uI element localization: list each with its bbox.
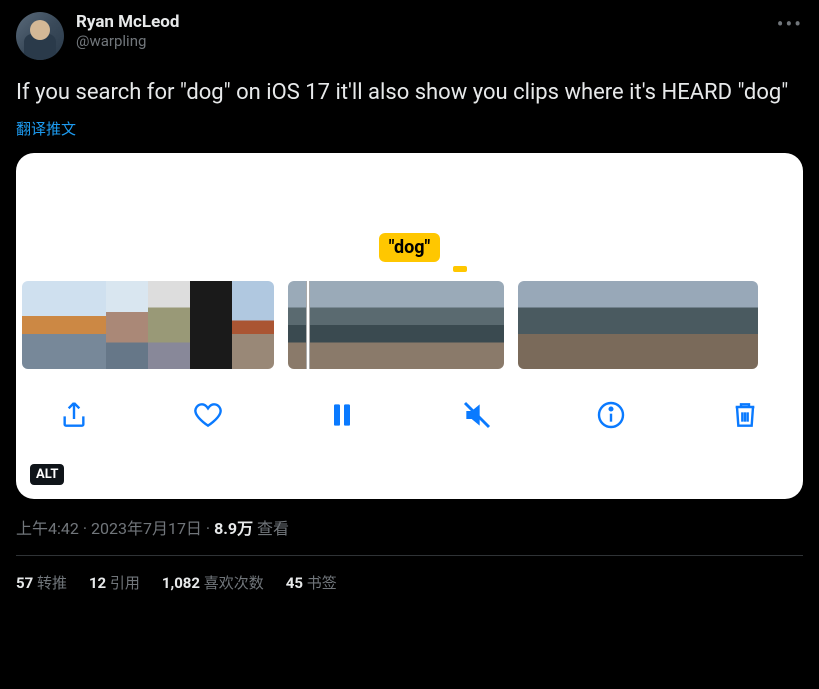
callout-tick: [453, 266, 467, 272]
search-term-label: "dog": [379, 233, 441, 262]
views-label: 查看: [253, 519, 289, 538]
retweets-stat[interactable]: 57 转推: [16, 572, 67, 593]
clip-thumb[interactable]: [288, 281, 342, 369]
clip-thumb[interactable]: [638, 281, 678, 369]
bookmarks-stat[interactable]: 45 书签: [286, 572, 337, 593]
clip-group-3[interactable]: [518, 281, 758, 369]
tweet-text: If you search for "dog" on iOS 17 it'll …: [16, 78, 803, 108]
tweet-time[interactable]: 上午4:42: [16, 519, 79, 538]
clip-thumb[interactable]: [342, 281, 396, 369]
tweet-meta: 上午4:42 · 2023年7月17日 · 8.9万 查看: [16, 515, 803, 539]
tweet-header: Ryan McLeod @warpling •••: [16, 12, 803, 60]
video-controls: [16, 369, 803, 433]
clip-thumb[interactable]: [598, 281, 638, 369]
likes-stat[interactable]: 1,082 喜欢次数: [162, 572, 264, 593]
search-term-callout: "dog": [353, 233, 467, 272]
tweet-date[interactable]: 2023年7月17日: [91, 519, 202, 538]
author-names: Ryan McLeod @warpling: [76, 12, 179, 50]
clip-group-2[interactable]: [288, 281, 504, 369]
share-icon[interactable]: [56, 397, 92, 433]
divider: [16, 555, 803, 556]
clip-thumb[interactable]: [232, 281, 274, 369]
clip-thumb[interactable]: [148, 281, 190, 369]
clip-thumb[interactable]: [396, 281, 450, 369]
clip-thumb[interactable]: [678, 281, 718, 369]
media-card[interactable]: "dog": [16, 153, 803, 499]
clip-thumb[interactable]: [64, 281, 106, 369]
clip-thumb[interactable]: [106, 281, 148, 369]
trash-icon[interactable]: [727, 397, 763, 433]
video-timeline[interactable]: [16, 281, 803, 369]
more-icon[interactable]: •••: [777, 12, 803, 36]
tweet-stats: 57 转推 12 引用 1,082 喜欢次数 45 书签: [16, 572, 803, 593]
speaker-muted-icon[interactable]: [459, 397, 495, 433]
clip-group-1[interactable]: [22, 281, 274, 369]
clip-thumb[interactable]: [718, 281, 758, 369]
clip-thumb[interactable]: [22, 281, 64, 369]
clip-thumb[interactable]: [190, 281, 232, 369]
quotes-stat[interactable]: 12 引用: [89, 572, 140, 593]
alt-badge[interactable]: ALT: [30, 464, 64, 485]
clip-thumb[interactable]: [450, 281, 504, 369]
display-name[interactable]: Ryan McLeod: [76, 12, 179, 32]
heart-icon[interactable]: [190, 397, 226, 433]
info-icon[interactable]: [593, 397, 629, 433]
translate-link[interactable]: 翻译推文: [16, 118, 803, 139]
handle[interactable]: @warpling: [76, 32, 179, 50]
clip-thumb[interactable]: [558, 281, 598, 369]
avatar[interactable]: [16, 12, 64, 60]
views-count: 8.9万: [214, 519, 253, 538]
pause-icon[interactable]: [324, 397, 360, 433]
playhead[interactable]: [306, 281, 310, 369]
clip-thumb[interactable]: [518, 281, 558, 369]
